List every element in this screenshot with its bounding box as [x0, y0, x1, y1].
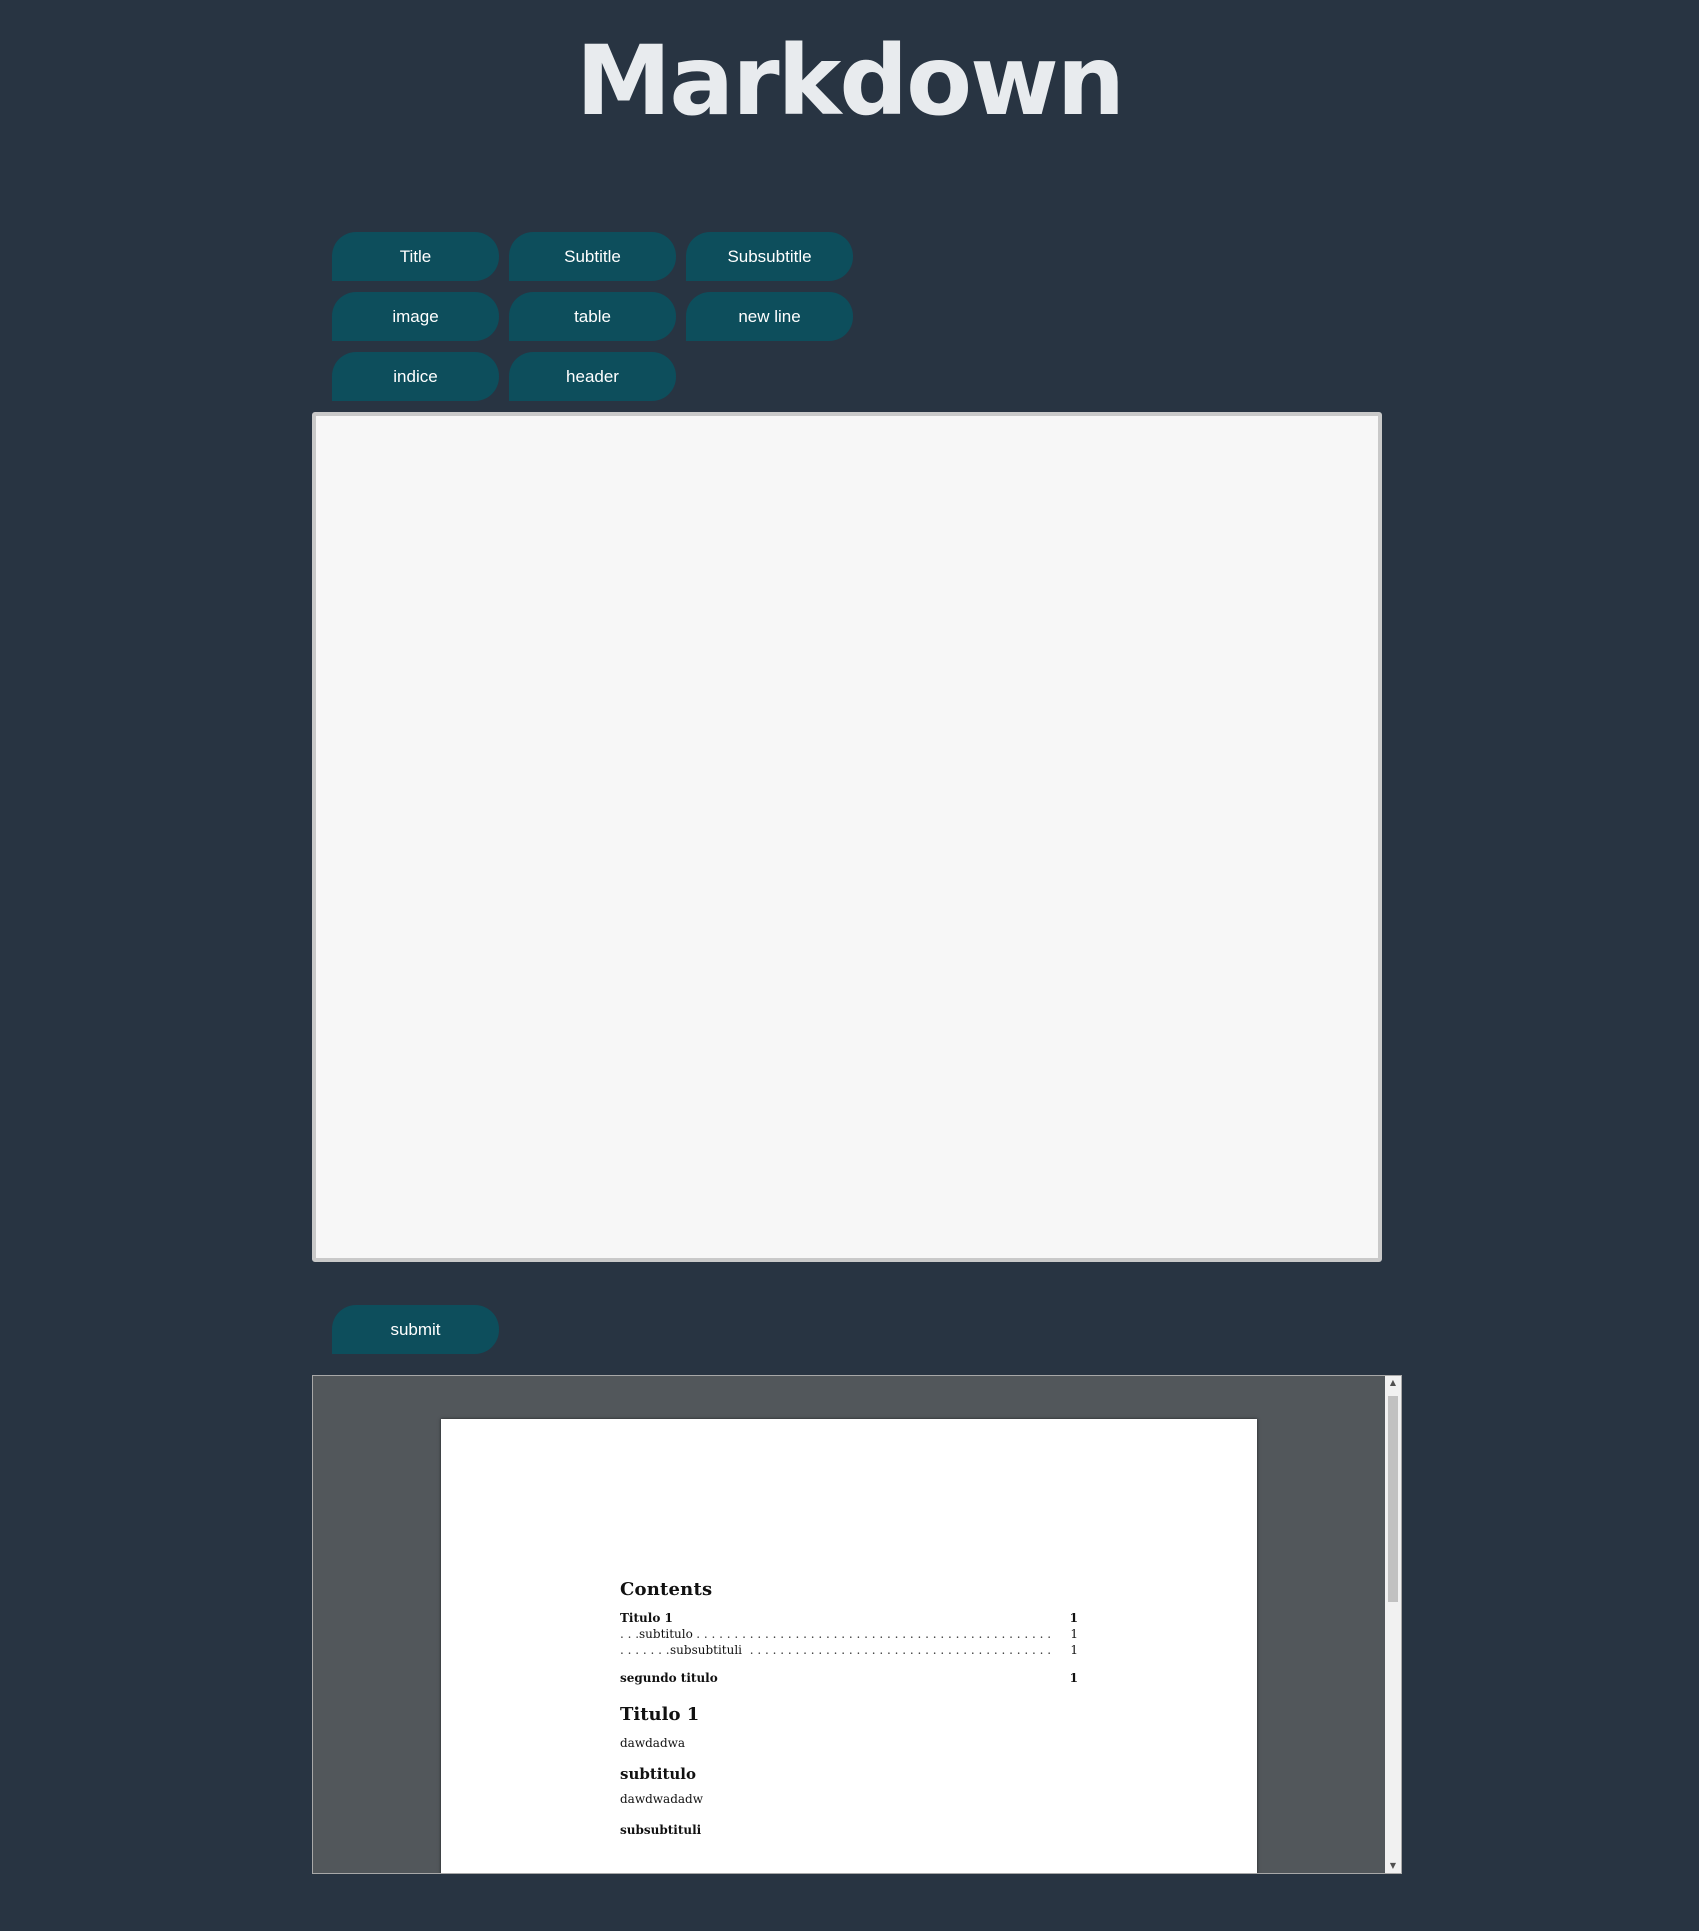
- pdf-content: Contents Titulo 1 1 . . . . . . . . . . …: [620, 1579, 1078, 1837]
- title-button[interactable]: Title: [332, 232, 499, 281]
- toc-entry-label: subsubtituli: [670, 1643, 747, 1657]
- toc-entry-label: subtitulo: [639, 1627, 697, 1641]
- pdf-page: Contents Titulo 1 1 . . . . . . . . . . …: [441, 1419, 1257, 1873]
- toc-entry-label: segundo titulo: [620, 1671, 722, 1685]
- toc-entry: . . . . . . . . . . . . . . . . . . . . …: [620, 1642, 1078, 1658]
- subsubtitle-button[interactable]: Subsubtitle: [686, 232, 853, 281]
- toc-entry: Titulo 1 1: [620, 1610, 1078, 1626]
- subsection-title: subtitulo: [620, 1765, 697, 1783]
- toc-entry-page: 1: [1070, 1643, 1078, 1657]
- toc-entry-page: 1: [1070, 1627, 1078, 1641]
- page-title: Markdown: [575, 25, 1125, 137]
- toc-entry: . . . . . . . . . . . . . . . . . . . . …: [620, 1626, 1078, 1642]
- scroll-thumb[interactable]: [1388, 1396, 1398, 1602]
- subtitle-button[interactable]: Subtitle: [509, 232, 676, 281]
- image-button[interactable]: image: [332, 292, 499, 341]
- markdown-editor[interactable]: [312, 412, 1382, 1262]
- header-button[interactable]: header: [509, 352, 676, 401]
- toc-entry: segundo titulo 1: [620, 1670, 1078, 1686]
- viewer-scrollbar[interactable]: ▲ ▼: [1385, 1376, 1401, 1873]
- section-title: Titulo 1: [620, 1704, 700, 1725]
- scroll-down-arrow-icon[interactable]: ▼: [1385, 1859, 1401, 1873]
- section-text: dawdadwa: [620, 1736, 686, 1750]
- subsection-text: dawdwadadw: [620, 1792, 704, 1806]
- pdf-viewer[interactable]: Contents Titulo 1 1 . . . . . . . . . . …: [312, 1375, 1402, 1874]
- new-line-button[interactable]: new line: [686, 292, 853, 341]
- scroll-up-arrow-icon[interactable]: ▲: [1385, 1376, 1401, 1390]
- toc-entry-page: 1: [1069, 1611, 1078, 1625]
- indice-button[interactable]: indice: [332, 352, 499, 401]
- toc-entry-page: 1: [1069, 1671, 1078, 1685]
- toc-entry-label: Titulo 1: [620, 1611, 677, 1625]
- table-button[interactable]: table: [509, 292, 676, 341]
- submit-button[interactable]: submit: [332, 1305, 499, 1354]
- subsubsection-title: subsubtituli: [620, 1823, 702, 1837]
- toc-heading: Contents: [620, 1579, 713, 1600]
